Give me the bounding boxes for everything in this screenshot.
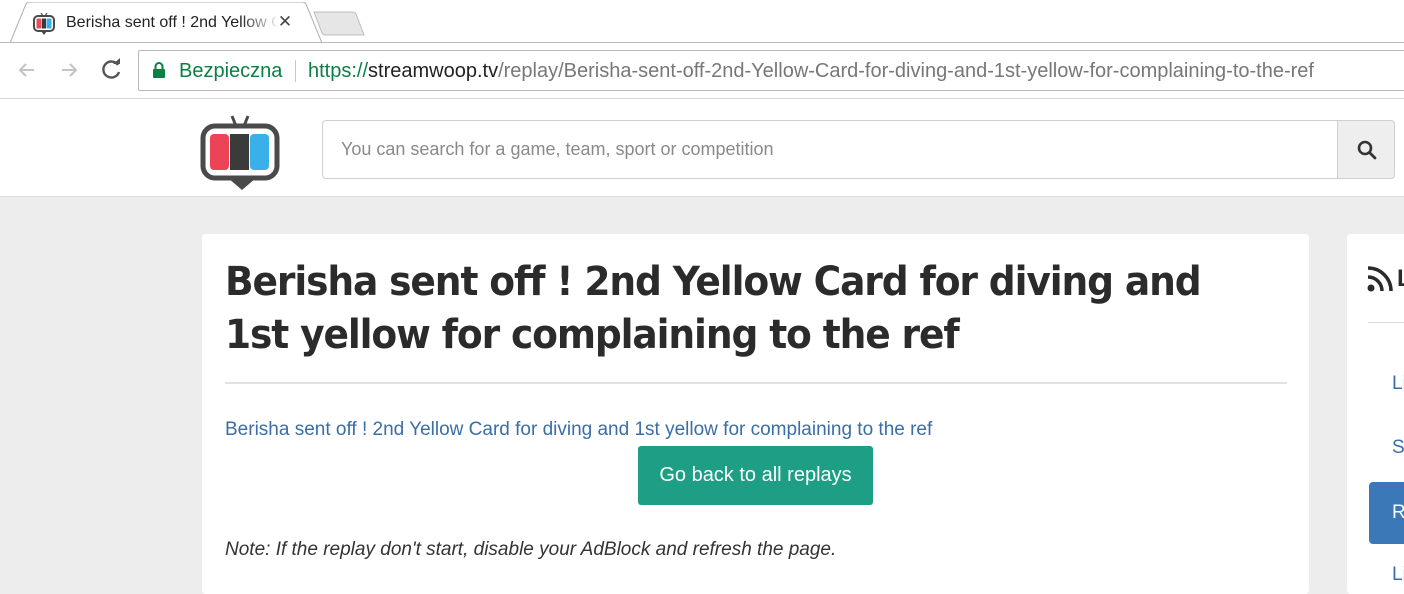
url-path: /replay/Berisha-sent-off-2nd-Yellow-Card… bbox=[498, 60, 1314, 82]
sidebar-divider bbox=[1368, 322, 1404, 323]
site-header bbox=[0, 99, 1404, 197]
browser-tab[interactable]: Berisha sent off ! 2nd Yellow Card for d… bbox=[10, 2, 322, 44]
search-button[interactable] bbox=[1337, 120, 1395, 179]
browser-tabstrip: Berisha sent off ! 2nd Yellow Card for d… bbox=[0, 0, 1404, 44]
page-title: Berisha sent off ! 2nd Yellow Card for d… bbox=[225, 259, 1202, 358]
tab-close-icon[interactable]: ✕ bbox=[276, 11, 294, 33]
favicon-icon bbox=[33, 12, 55, 35]
title-divider bbox=[225, 382, 1287, 384]
address-bar[interactable]: Bezpieczna https://streamwoop.tv/replay/… bbox=[138, 50, 1404, 91]
url-host: streamwoop.tv bbox=[368, 60, 499, 82]
rss-icon bbox=[1367, 266, 1393, 292]
url-text[interactable]: https://streamwoop.tv/replay/Berisha-sen… bbox=[308, 59, 1314, 83]
search-icon bbox=[1357, 140, 1377, 160]
sidebar-item[interactable]: Li bbox=[1392, 372, 1404, 396]
search-input[interactable] bbox=[322, 120, 1338, 179]
sidebar-item[interactable]: Li bbox=[1392, 563, 1404, 587]
browser-toolbar: Bezpieczna https://streamwoop.tv/replay/… bbox=[0, 43, 1404, 99]
reload-icon[interactable] bbox=[96, 55, 126, 85]
sidebar-item[interactable]: S bbox=[1392, 436, 1404, 460]
tv-logo-icon[interactable] bbox=[200, 113, 280, 191]
url-scheme: https:// bbox=[308, 60, 369, 82]
replay-card: Berisha sent off ! 2nd Yellow Card for d… bbox=[202, 234, 1309, 594]
forward-arrow-icon[interactable] bbox=[54, 55, 84, 85]
replay-link[interactable]: Berisha sent off ! 2nd Yellow Card for d… bbox=[225, 418, 932, 442]
new-tab-button[interactable] bbox=[312, 11, 366, 37]
secure-label: Bezpieczna bbox=[179, 60, 283, 82]
sidebar-card: L Li S R Li bbox=[1347, 234, 1404, 594]
tab-title-fade bbox=[240, 12, 280, 34]
sidebar-item-active[interactable]: R bbox=[1369, 482, 1404, 544]
adblock-note: Note: If the replay don't start, disable… bbox=[225, 539, 837, 560]
back-to-replays-button[interactable]: Go back to all replays bbox=[638, 446, 873, 505]
search-bar bbox=[322, 120, 1395, 179]
sidebar-heading: L bbox=[1397, 264, 1404, 294]
omnibox-separator bbox=[295, 60, 296, 82]
lock-icon bbox=[153, 62, 165, 78]
back-arrow-icon[interactable] bbox=[12, 55, 42, 85]
